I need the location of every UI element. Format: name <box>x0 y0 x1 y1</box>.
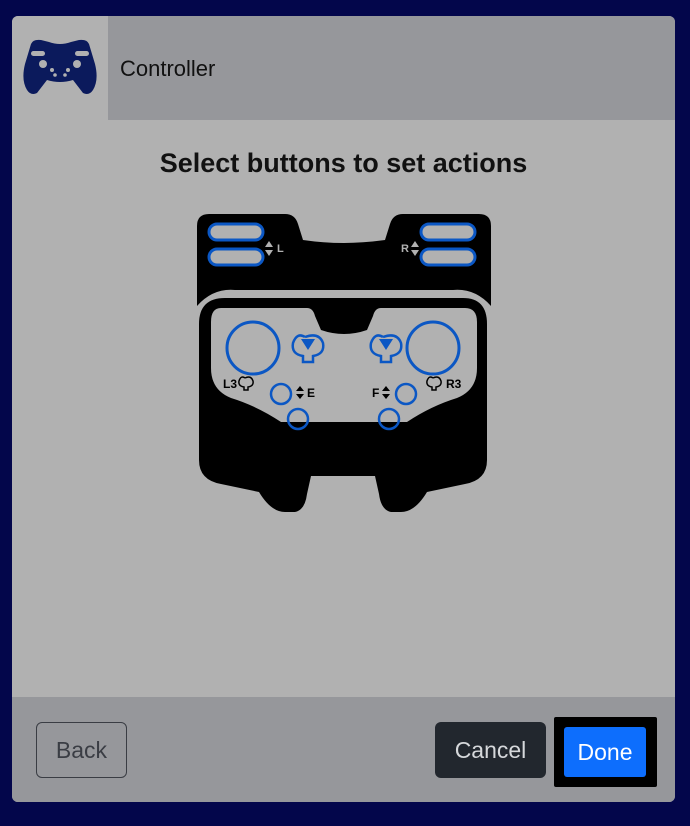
controller-diagram: L R L3 R3 E F <box>197 214 491 512</box>
cancel-button[interactable]: Cancel <box>435 722 546 778</box>
left-stick-label: L3 <box>223 377 237 391</box>
left-bumper-upper[interactable] <box>207 222 265 242</box>
right-bumper-lower[interactable] <box>419 247 477 267</box>
left-bumper-label: L <box>277 243 284 255</box>
right-stick-label: R3 <box>446 377 462 391</box>
gamepad-icon <box>23 39 97 94</box>
instruction-text: Select buttons to set actions <box>159 148 528 178</box>
done-button[interactable]: Done <box>564 727 646 777</box>
done-button-focus-ring: Done <box>554 717 657 787</box>
header-icon-box <box>12 16 108 120</box>
dialog-footer: Back Cancel Done <box>12 697 675 802</box>
right-bumper-upper[interactable] <box>419 222 477 242</box>
right-bumper-label: R <box>401 243 409 255</box>
controller-dialog: Controller Select buttons to set actions… <box>12 16 675 802</box>
dialog-header: Controller <box>12 16 675 120</box>
left-bumper-lower[interactable] <box>207 247 265 267</box>
right-small-label: F <box>372 386 379 400</box>
header-title: Controller <box>120 56 216 81</box>
left-small-label: E <box>307 386 315 400</box>
back-button[interactable]: Back <box>36 722 127 778</box>
